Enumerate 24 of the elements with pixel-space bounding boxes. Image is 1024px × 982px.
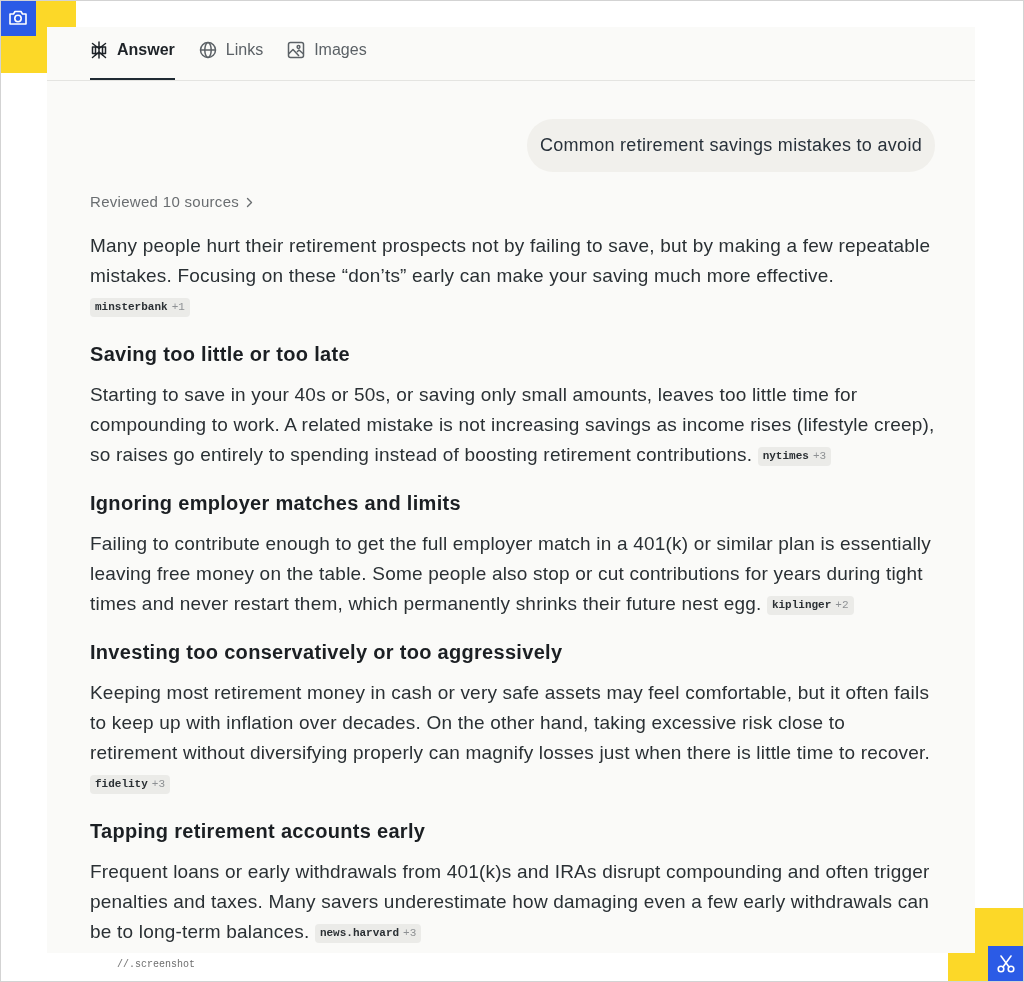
section-heading: Ignoring employer matches and limits bbox=[90, 491, 462, 516]
answer-paragraph: Frequent loans or early withdrawals from 401(k)s and IRAs disrupt compounding and often trigger penalties and taxes. Many savers underestimate how damaging even a few early withdrawals can be to long-term balances. news.harvard +3 bbox=[90, 860, 931, 945]
answer-paragraph: Keeping most retirement money in cash or very safe assets may feel comfortable, but it often fails to keep up with inflation over decades. On the other hand, taking excessive risk close to retirement without diversifying properly can magnify losses just when there is little time to recover. fidelity +3 bbox=[90, 678, 935, 798]
globe-icon bbox=[198, 41, 217, 59]
answer-paragraph: Many people hurt their retirement prospects not by failing to save, but by making a few repeatable mistakes. Focusing on these “don’ts” early can make your saving much more effective. minsterbank +1 bbox=[90, 231, 935, 321]
query-bubble: Common retirement savings mistakes to avoid bbox=[526, 119, 935, 172]
section-heading: Tapping retirement accounts early bbox=[90, 819, 427, 844]
citation-chip[interactable]: kiplinger +2 bbox=[766, 596, 854, 615]
tab[interactable]: Images bbox=[287, 27, 367, 80]
citation-chip[interactable]: news.harvard +3 bbox=[314, 924, 422, 943]
footer-caption: //.screenshot bbox=[117, 958, 195, 972]
section-heading: Saving too little or too late bbox=[90, 342, 351, 367]
burst-icon bbox=[90, 41, 108, 59]
answer-paragraph: Starting to save in your 40s or 50s, or saving only small amounts, leaves too little time for compounding to work. A related mistake is not increasing savings as income rises (lifestyle creep), so raises go entirely to spending instead of boosting retirement contributions. nytimes +3 bbox=[90, 383, 935, 468]
tab[interactable]: Links bbox=[198, 27, 264, 80]
sources-link[interactable]: Reviewed 10 sources bbox=[90, 191, 254, 213]
citation-chip[interactable]: fidelity +3 bbox=[90, 775, 170, 794]
section-heading: Investing too conservatively or too aggressively bbox=[90, 640, 564, 665]
citation-chip[interactable]: nytimes +3 bbox=[757, 447, 832, 466]
chevron-right-icon bbox=[246, 196, 254, 208]
citation-chip[interactable]: minsterbank +1 bbox=[90, 298, 190, 317]
answer-paragraph: Failing to contribute enough to get the full employer match in a 401(k) or similar plan is essentially leaving free money on the table. Some people also stop or cut contributions for years during tight times and never restart them, which permanently shrinks their future nest egg. kiplinger +2 bbox=[90, 532, 932, 617]
tab[interactable]: Answer bbox=[90, 27, 175, 80]
image-icon bbox=[287, 41, 306, 59]
